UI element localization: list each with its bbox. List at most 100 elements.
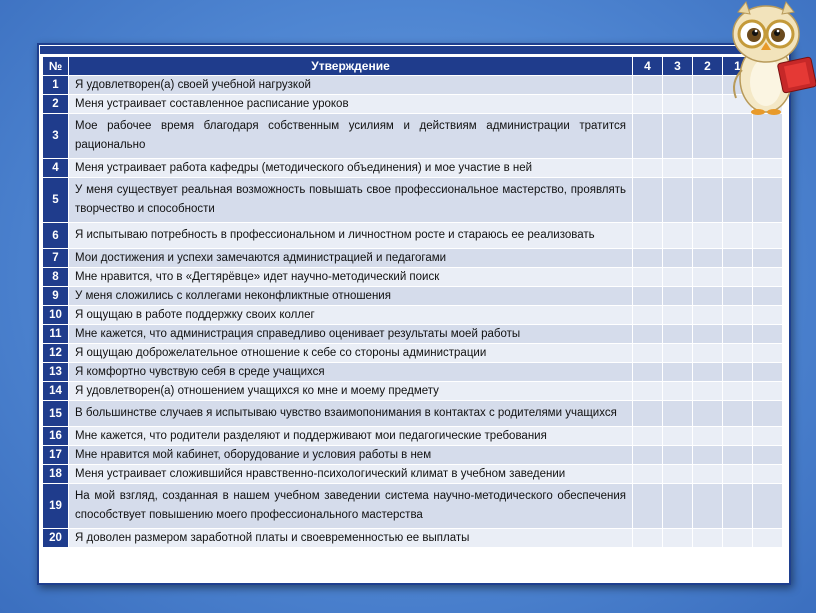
score-cell[interactable] [692,426,723,446]
score-cell[interactable] [662,113,693,159]
score-cell[interactable] [722,464,753,484]
score-cell[interactable] [692,324,723,344]
score-cell[interactable] [692,305,723,325]
score-cell[interactable] [722,305,753,325]
score-cell[interactable] [752,400,783,427]
score-cell[interactable] [722,286,753,306]
score-cell[interactable] [752,267,783,287]
score-cell[interactable] [662,483,693,529]
score-cell[interactable] [692,400,723,427]
score-cell[interactable] [662,158,693,178]
score-cell[interactable] [632,343,663,363]
score-cell[interactable] [692,75,723,95]
score-cell[interactable] [632,426,663,446]
score-cell[interactable] [692,222,723,249]
score-cell[interactable] [662,324,693,344]
score-cell[interactable] [662,286,693,306]
score-cell[interactable] [632,222,663,249]
score-cell[interactable] [662,426,693,446]
score-cell[interactable] [632,445,663,465]
score-cell[interactable] [692,343,723,363]
score-cell[interactable] [722,113,753,159]
score-cell[interactable] [722,528,753,548]
score-cell[interactable] [752,381,783,401]
score-cell[interactable] [662,464,693,484]
score-cell[interactable] [722,362,753,382]
score-cell[interactable] [752,343,783,363]
score-cell[interactable] [722,324,753,344]
score-cell[interactable] [692,286,723,306]
score-cell[interactable] [722,222,753,249]
score-cell[interactable] [722,177,753,223]
score-cell[interactable] [632,177,663,223]
score-cell[interactable] [722,248,753,268]
score-cell[interactable] [662,75,693,95]
score-cell[interactable] [632,381,663,401]
table-row: 1Я удовлетворен(а) своей учебной нагрузк… [42,75,783,95]
score-cell[interactable] [692,528,723,548]
score-cell[interactable] [632,286,663,306]
table-row: 14 Я удовлетворен(а) отношением учащихся … [42,381,783,401]
score-cell[interactable] [722,483,753,529]
table-row: 10 Я ощущаю в работе поддержку своих колл… [42,305,783,325]
score-cell[interactable] [752,177,783,223]
score-cell[interactable] [752,305,783,325]
score-cell[interactable] [662,362,693,382]
score-cell[interactable] [692,158,723,178]
score-cell[interactable] [692,267,723,287]
score-cell[interactable] [662,528,693,548]
score-cell[interactable] [632,528,663,548]
score-cell[interactable] [662,305,693,325]
score-cell[interactable] [662,94,693,114]
score-cell[interactable] [692,113,723,159]
score-cell[interactable] [722,343,753,363]
score-cell[interactable] [662,177,693,223]
score-cell[interactable] [752,426,783,446]
score-cell[interactable] [632,267,663,287]
score-cell[interactable] [692,248,723,268]
score-cell[interactable] [752,286,783,306]
score-cell[interactable] [752,362,783,382]
score-cell[interactable] [752,464,783,484]
score-cell[interactable] [632,362,663,382]
score-cell[interactable] [692,445,723,465]
score-cell[interactable] [662,343,693,363]
score-cell[interactable] [722,426,753,446]
score-cell[interactable] [632,400,663,427]
score-cell[interactable] [692,381,723,401]
score-cell[interactable] [632,305,663,325]
score-cell[interactable] [752,113,783,159]
score-cell[interactable] [722,267,753,287]
score-cell[interactable] [752,528,783,548]
score-cell[interactable] [752,324,783,344]
score-cell[interactable] [662,267,693,287]
score-cell[interactable] [722,445,753,465]
score-cell[interactable] [662,400,693,427]
score-cell[interactable] [752,483,783,529]
score-cell[interactable] [632,324,663,344]
score-cell[interactable] [632,75,663,95]
score-cell[interactable] [632,464,663,484]
score-cell[interactable] [632,94,663,114]
score-cell[interactable] [662,248,693,268]
score-cell[interactable] [722,158,753,178]
score-cell[interactable] [692,94,723,114]
score-cell[interactable] [692,362,723,382]
score-cell[interactable] [632,113,663,159]
score-cell[interactable] [752,222,783,249]
score-cell[interactable] [632,248,663,268]
score-cell[interactable] [662,445,693,465]
score-cell[interactable] [752,158,783,178]
score-cell[interactable] [662,222,693,249]
score-cell[interactable] [722,400,753,427]
score-cell[interactable] [692,483,723,529]
score-cell[interactable] [662,381,693,401]
score-cell[interactable] [722,381,753,401]
owl-mascot-icon [732,0,816,115]
score-cell[interactable] [632,158,663,178]
score-cell[interactable] [752,445,783,465]
score-cell[interactable] [692,464,723,484]
score-cell[interactable] [752,248,783,268]
score-cell[interactable] [632,483,663,529]
score-cell[interactable] [692,177,723,223]
